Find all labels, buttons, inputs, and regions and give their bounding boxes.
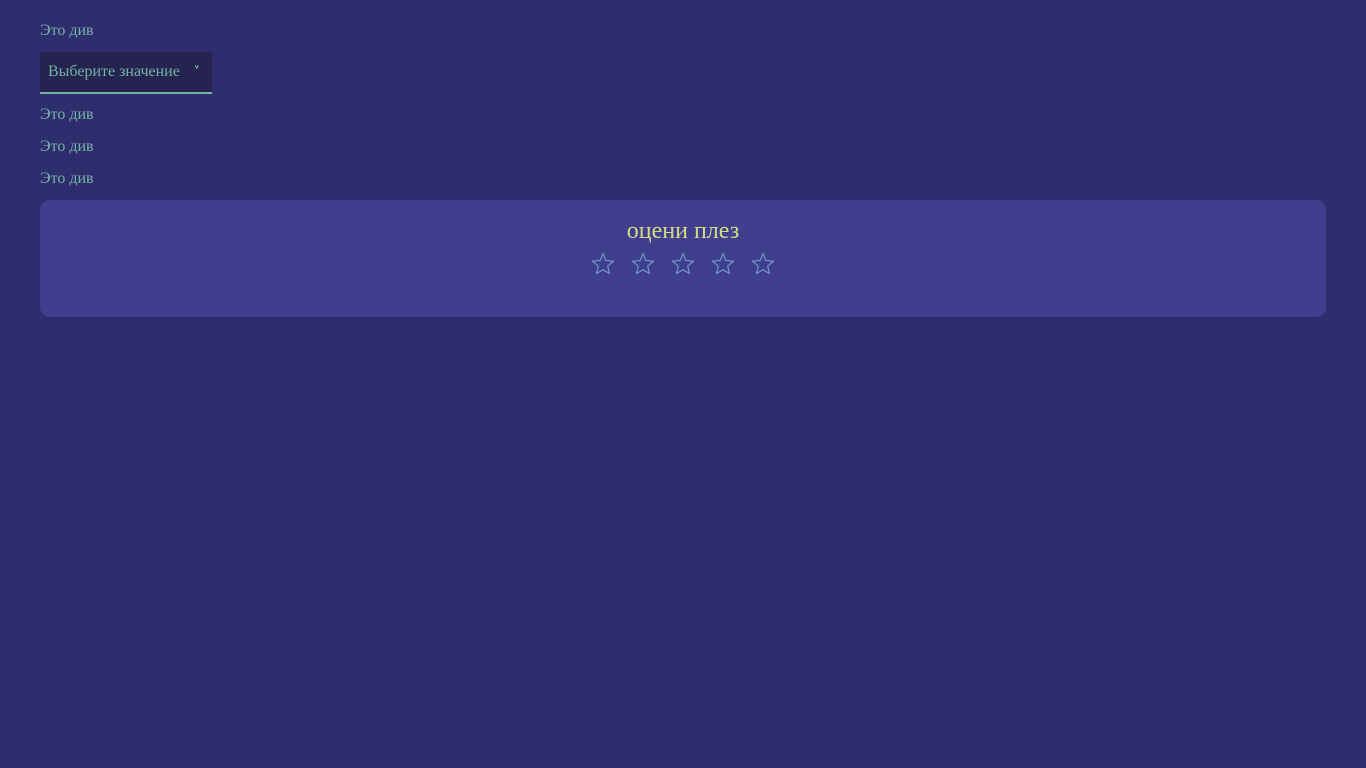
select-value: Выберите значение bbox=[48, 63, 180, 80]
div-text-1: Это див bbox=[40, 22, 94, 39]
star-2-icon[interactable] bbox=[631, 252, 655, 276]
star-3-icon[interactable] bbox=[671, 252, 695, 276]
div-text-2: Это див bbox=[40, 106, 94, 123]
star-5-icon[interactable] bbox=[751, 252, 775, 276]
chevron-down-icon: ˅ bbox=[193, 64, 201, 80]
star-4-icon[interactable] bbox=[711, 252, 735, 276]
star-1-icon[interactable] bbox=[591, 252, 615, 276]
div-text-3: Это див bbox=[40, 138, 94, 155]
rating-card: оцени плез bbox=[40, 200, 1326, 317]
page: Это див Выберите значение ˅ Это див Это … bbox=[0, 0, 1366, 317]
value-select[interactable]: Выберите значение ˅ bbox=[40, 52, 212, 94]
star-rating bbox=[591, 252, 775, 276]
div-text-4: Это див bbox=[40, 170, 94, 187]
rating-title: оцени плез bbox=[626, 218, 740, 244]
